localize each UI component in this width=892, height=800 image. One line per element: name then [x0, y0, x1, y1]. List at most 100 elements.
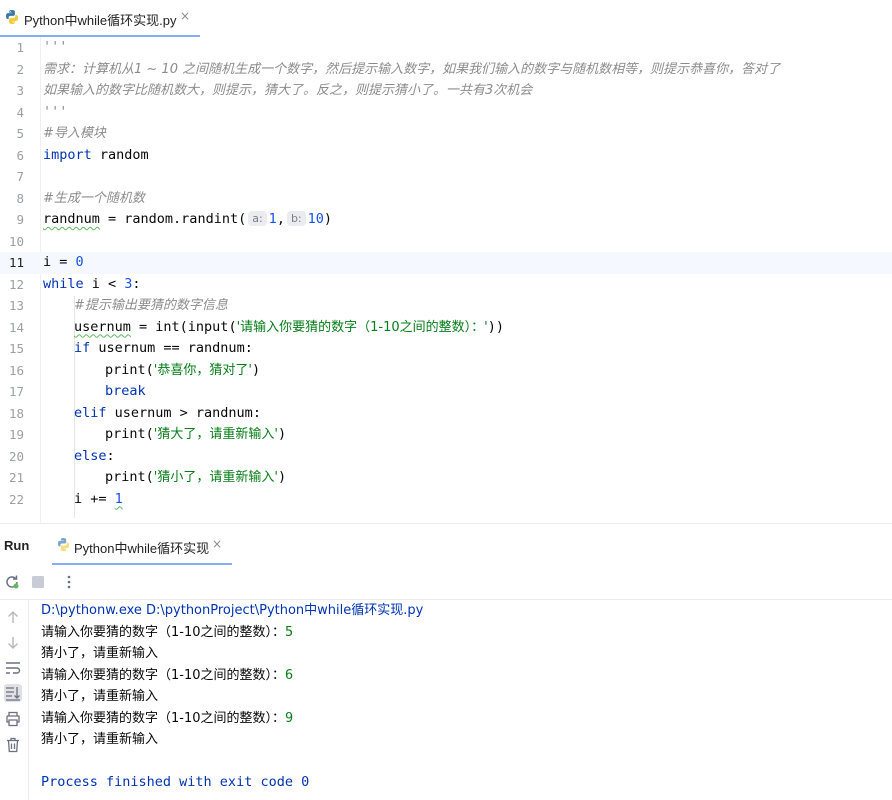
code-line: 4 ''': [0, 102, 892, 124]
code-text: ): [323, 211, 333, 227]
line-number: 3: [16, 83, 24, 98]
more-options-icon[interactable]: [60, 573, 78, 591]
code-text: usernum > randnum:: [106, 404, 261, 421]
command-text: D:\pythonw.exe D:\pythonProject\Python中w…: [41, 603, 424, 618]
console-prompt-line: 请输入你要猜的数字（1-10之间的整数）：9: [41, 708, 881, 730]
code-text: i +=: [74, 490, 115, 507]
string-literal: '猜小了，请重新输入': [153, 470, 278, 485]
code-text: ): [277, 426, 287, 442]
code-text: :: [132, 275, 141, 292]
keyword: else: [74, 447, 107, 464]
line-number: 21: [8, 470, 24, 485]
close-icon[interactable]: ×: [180, 9, 190, 23]
number-literal: 1: [268, 211, 277, 227]
response-text: 猜小了，请重新输入: [41, 646, 159, 661]
code-line: 6 import random: [0, 145, 892, 167]
code-text: ,: [276, 211, 285, 227]
keyword: import: [43, 146, 92, 163]
console-response-line: 猜小了，请重新输入: [41, 643, 881, 665]
run-toolbar: [0, 565, 892, 600]
editor-tab-bar: Python中while循环实现.py ×: [0, 0, 892, 38]
console-response-line: 猜小了，请重新输入: [41, 686, 881, 708]
console-exit-line: Process finished with exit code 0: [41, 774, 310, 790]
code-line: 22 i += 1: [0, 489, 892, 511]
user-input: 6: [285, 666, 294, 683]
console-command-line: D:\pythonw.exe D:\pythonProject\Python中w…: [41, 600, 881, 622]
user-input: 5: [285, 623, 294, 640]
line-number: 2: [16, 61, 24, 77]
line-number: 19: [8, 427, 24, 442]
docstring-quote: ''': [43, 39, 68, 55]
line-number: 16: [8, 362, 24, 378]
line-number: 18: [8, 405, 24, 421]
close-icon[interactable]: ×: [212, 537, 222, 551]
line-number: 17: [8, 384, 24, 399]
line-number: 1: [16, 40, 24, 55]
line-number: 14: [8, 319, 24, 335]
code-line: 3 如果输入的数字比随机数大，则提示，猜大了。反之，则提示猜小了。一共有3次机会: [0, 80, 892, 102]
code-line: 18 elif usernum > randnum:: [0, 403, 892, 425]
rerun-icon[interactable]: [3, 573, 21, 591]
code-line: 9 randnum = random.randint(a: 1, b: 10): [0, 209, 892, 231]
python-file-icon: [6, 10, 18, 24]
stop-icon[interactable]: [29, 573, 47, 591]
comment: #提示输出要猜的数字信息: [74, 298, 228, 313]
python-file-icon: [57, 537, 70, 552]
code-text: i <: [83, 275, 125, 292]
docstring-text: 如果输入的数字比随机数大，则提示，猜大了。反之，则提示猜小了。一共有3次机会: [43, 83, 533, 98]
editor-tab-label: Python中while循环实现.py: [24, 13, 177, 28]
code-text: :: [106, 447, 115, 464]
scroll-to-end-icon[interactable]: [4, 684, 22, 702]
code-line: 19 print('猜大了，请重新输入'): [0, 424, 892, 446]
editor-tab-python-file[interactable]: Python中while循环实现.py ×: [0, 0, 200, 38]
print-icon[interactable]: [4, 710, 22, 728]
line-number: 4: [16, 104, 24, 120]
console-prompt-line: 请输入你要猜的数字（1-10之间的整数）：5: [41, 622, 881, 644]
line-number: 10: [8, 233, 24, 249]
number-literal: 10: [307, 211, 324, 227]
run-config-tab[interactable]: Python中while循环实现 ×: [52, 524, 232, 566]
line-number: 15: [8, 341, 24, 356]
code-line: 5 #导入模块: [0, 123, 892, 145]
code-text: )): [487, 318, 504, 335]
user-input: 9: [285, 709, 294, 726]
line-number: 7: [16, 169, 24, 184]
string-literal: '猜大了，请重新输入': [153, 427, 278, 442]
docstring-quote: ''': [43, 103, 68, 120]
line-number: 5: [16, 126, 24, 141]
console-response-line: 猜小了，请重新输入: [41, 729, 881, 751]
keyword: break: [105, 383, 146, 399]
parameter-hint: b:: [286, 211, 306, 226]
string-literal: '请输入你要猜的数字（1-10之间的整数）：': [236, 319, 488, 335]
line-number: 12: [8, 276, 24, 292]
keyword: while: [43, 275, 84, 292]
arrow-up-icon[interactable]: [4, 608, 22, 626]
run-tab-label: Python中while循环实现: [74, 541, 210, 556]
console-sidebar: [0, 600, 29, 800]
code-line: 7: [0, 166, 892, 188]
prompt-text: 请输入你要猜的数字（1-10之间的整数）：: [41, 667, 286, 683]
code-text: print(: [105, 361, 154, 378]
soft-wrap-icon[interactable]: [4, 659, 22, 677]
console-output[interactable]: D:\pythonw.exe D:\pythonProject\Python中w…: [41, 600, 881, 794]
string-literal: '恭喜你，猜对了': [153, 362, 252, 378]
variable: usernum: [74, 318, 131, 335]
arrow-down-icon[interactable]: [4, 634, 22, 652]
run-tool-window-header: Run Python中while循环实现 ×: [0, 524, 892, 566]
keyword: if: [74, 340, 91, 356]
line-number: 11: [8, 255, 24, 270]
parameter-hint: a:: [248, 211, 267, 226]
line-number: 22: [8, 491, 24, 507]
code-line: 14 usernum = int(input('请输入你要猜的数字（1-10之间…: [0, 317, 892, 339]
line-number: 13: [8, 298, 24, 313]
prompt-text: 请输入你要猜的数字（1-10之间的整数）：: [41, 710, 286, 726]
trash-icon[interactable]: [4, 736, 22, 754]
code-text: ): [251, 361, 261, 378]
docstring-text: 需求：计算机从1 ~ 10 之间随机生成一个数字，然后提示输入数字，如果我们输入…: [43, 61, 781, 77]
run-panel-title: Run: [4, 538, 30, 553]
console-prompt-line: 请输入你要猜的数字（1-10之间的整数）：6: [41, 665, 881, 687]
line-number: 20: [8, 448, 24, 464]
code-text: print(: [105, 426, 154, 442]
number-literal: 1: [114, 490, 123, 507]
